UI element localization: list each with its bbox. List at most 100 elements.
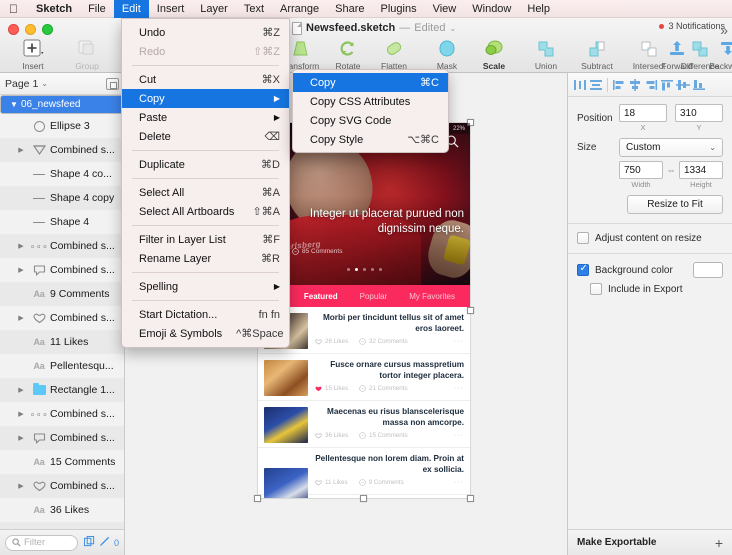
menu-item-start-dictation[interactable]: Start Dictation... fn fn bbox=[122, 305, 289, 324]
table-row[interactable]: Aa 15 Comments bbox=[0, 450, 124, 474]
table-row[interactable]: ▶ Combined s... bbox=[0, 306, 124, 330]
layer-list[interactable]: ▼ 06_newsfeed Ellipse 3 ▶ Combined s... … bbox=[0, 95, 124, 529]
align-bottom-icon[interactable] bbox=[691, 75, 707, 95]
list-item[interactable]: Maecenas eu risus blanscelerisque massa … bbox=[258, 401, 470, 448]
disclosure-triangle-icon[interactable]: ▶ bbox=[14, 314, 28, 322]
menu-item-duplicate[interactable]: Duplicate ⌘D bbox=[122, 155, 289, 174]
position-y-input[interactable]: 310 bbox=[675, 104, 723, 122]
adjust-content-checkbox[interactable] bbox=[577, 232, 589, 244]
apple-logo-icon[interactable]:  bbox=[0, 3, 28, 15]
distribute-horizontally-icon[interactable] bbox=[572, 75, 588, 95]
menu-view[interactable]: View bbox=[425, 0, 465, 18]
pager-dot-active[interactable] bbox=[354, 268, 358, 271]
post-likes[interactable]: 26 Likes bbox=[315, 338, 348, 345]
menu-layer[interactable]: Layer bbox=[192, 0, 236, 18]
submenu-item-copy-css-attributes[interactable]: Copy CSS Attributes bbox=[293, 92, 448, 111]
duplicate-layer-icon[interactable] bbox=[83, 535, 95, 550]
menu-plugins[interactable]: Plugins bbox=[373, 0, 425, 18]
toolbar-flatten[interactable]: Flatten bbox=[367, 38, 421, 71]
include-in-export-checkbox[interactable] bbox=[590, 283, 602, 295]
table-row[interactable]: ▶ Combined s... bbox=[0, 138, 124, 162]
align-left-icon[interactable] bbox=[611, 75, 627, 95]
toolbar-union[interactable]: Union bbox=[519, 38, 573, 71]
table-row[interactable]: ▶ ∘∘∘ Combined s... bbox=[0, 234, 124, 258]
notifications-badge[interactable]: 3 Notifications bbox=[659, 21, 725, 31]
toolbar-backward[interactable]: Backward bbox=[700, 38, 732, 71]
table-row[interactable]: Aa Pellentesqu... bbox=[0, 354, 124, 378]
disclosure-triangle-icon[interactable]: ▼ bbox=[7, 100, 21, 109]
submenu-item-copy[interactable]: Copy ⌘C bbox=[293, 73, 448, 92]
layer-row-artboard[interactable]: ▼ 06_newsfeed bbox=[0, 95, 124, 114]
post-comments[interactable]: 9 Comments bbox=[358, 479, 404, 486]
menu-item-rename-layer[interactable]: Rename Layer ⌘R bbox=[122, 249, 289, 268]
table-row[interactable]: Shape 4 bbox=[0, 210, 124, 234]
post-more-icon[interactable]: ··· bbox=[454, 479, 464, 486]
resize-handle-br[interactable] bbox=[467, 495, 474, 502]
distribute-vertically-icon[interactable] bbox=[588, 75, 604, 95]
copy-submenu-dropdown[interactable]: Copy ⌘C Copy CSS Attributes Copy SVG Cod… bbox=[292, 69, 449, 153]
menu-share[interactable]: Share bbox=[327, 0, 372, 18]
list-item[interactable]: Fusce ornare cursus masspretium tortor i… bbox=[258, 354, 470, 401]
menu-item-undo[interactable]: Undo ⌘Z bbox=[122, 23, 289, 42]
menu-item-select-all-artboards[interactable]: Select All Artboards ⇧⌘A bbox=[122, 202, 289, 221]
toolbar-group[interactable]: Group bbox=[60, 38, 114, 71]
menu-text[interactable]: Text bbox=[236, 0, 272, 18]
link-proportions-icon[interactable]: ⇔ bbox=[665, 165, 677, 175]
tab-featured[interactable]: Featured bbox=[304, 292, 338, 301]
align-top-icon[interactable] bbox=[659, 75, 675, 95]
align-middle-vertical-icon[interactable] bbox=[675, 75, 691, 95]
zoom-button[interactable] bbox=[42, 24, 53, 35]
menu-item-cut[interactable]: Cut ⌘X bbox=[122, 70, 289, 89]
resize-handle-mr[interactable] bbox=[467, 306, 474, 314]
submenu-item-copy-style[interactable]: Copy Style ⌥⌘C bbox=[293, 130, 448, 149]
chevron-down-icon[interactable]: ⌄ bbox=[449, 24, 456, 33]
table-row[interactable]: Aa Maecenas e... bbox=[0, 522, 124, 529]
menu-item-select-all[interactable]: Select All ⌘A bbox=[122, 183, 289, 202]
post-comments[interactable]: 15 Comments bbox=[359, 432, 408, 439]
table-row[interactable]: Ellipse 3 bbox=[0, 114, 124, 138]
menu-help[interactable]: Help bbox=[519, 0, 558, 18]
align-right-icon[interactable] bbox=[643, 75, 659, 95]
page-thumbnail-toggle[interactable] bbox=[106, 77, 119, 90]
submenu-item-copy-svg-code[interactable]: Copy SVG Code bbox=[293, 111, 448, 130]
make-exportable-row[interactable]: Make Exportable + bbox=[568, 529, 732, 555]
disclosure-triangle-icon[interactable]: ▶ bbox=[14, 242, 28, 250]
close-button[interactable] bbox=[8, 24, 19, 35]
resize-handle-bc[interactable] bbox=[360, 495, 367, 502]
menu-sketch[interactable]: Sketch bbox=[28, 0, 80, 18]
menu-item-delete[interactable]: Delete ⌫ bbox=[122, 127, 289, 146]
position-x-input[interactable]: 18 bbox=[619, 104, 667, 122]
table-row[interactable]: ▶ Combined s... bbox=[0, 258, 124, 282]
tab-my-favorites[interactable]: My Favorites bbox=[409, 292, 455, 301]
table-row[interactable]: Aa 9 Comments bbox=[0, 282, 124, 306]
height-input[interactable]: 1334 bbox=[679, 161, 723, 179]
toolbar-insert[interactable]: Insert bbox=[6, 38, 60, 71]
background-color-checkbox[interactable] bbox=[577, 263, 589, 276]
toolbar-subtract[interactable]: Subtract bbox=[570, 38, 624, 71]
menu-item-copy[interactable]: Copy ▶ bbox=[122, 89, 289, 108]
background-color-swatch[interactable] bbox=[693, 262, 723, 278]
list-item[interactable]: Pellentesque non lorem diam. Proin at ex… bbox=[258, 448, 470, 498]
post-more-icon[interactable]: ··· bbox=[454, 432, 464, 439]
menu-insert[interactable]: Insert bbox=[149, 0, 193, 18]
edit-menu-dropdown[interactable]: Undo ⌘Z Redo ⇧⌘Z Cut ⌘X Copy ▶ Paste ▶ D… bbox=[121, 18, 290, 348]
pager-dot[interactable] bbox=[370, 268, 374, 271]
disclosure-triangle-icon[interactable]: ▶ bbox=[14, 266, 28, 274]
menu-item-spelling[interactable]: Spelling ▶ bbox=[122, 277, 289, 296]
minimize-button[interactable] bbox=[25, 24, 36, 35]
disclosure-triangle-icon[interactable]: ▶ bbox=[14, 482, 28, 490]
menu-item-filter-in-layer-list[interactable]: Filter in Layer List ⌘F bbox=[122, 230, 289, 249]
tab-popular[interactable]: Popular bbox=[360, 292, 388, 301]
resize-to-fit-button[interactable]: Resize to Fit bbox=[627, 195, 723, 214]
post-comments[interactable]: 32 Comments bbox=[359, 338, 408, 345]
menu-item-emoji-symbols[interactable]: Emoji & Symbols ^⌘Space bbox=[122, 324, 289, 343]
post-likes[interactable]: 36 Likes bbox=[315, 432, 348, 439]
pager-dot[interactable] bbox=[346, 268, 350, 271]
table-row[interactable]: ▶ Combined s... bbox=[0, 426, 124, 450]
menu-item-paste[interactable]: Paste ▶ bbox=[122, 108, 289, 127]
disclosure-triangle-icon[interactable]: ▶ bbox=[14, 434, 28, 442]
post-likes[interactable]: 11 Likes bbox=[315, 479, 348, 486]
size-preset-select[interactable]: Custom ⌄ bbox=[619, 138, 723, 157]
pencil-icon[interactable] bbox=[99, 536, 110, 550]
toolbar-overflow-icon[interactable]: » bbox=[720, 22, 728, 38]
